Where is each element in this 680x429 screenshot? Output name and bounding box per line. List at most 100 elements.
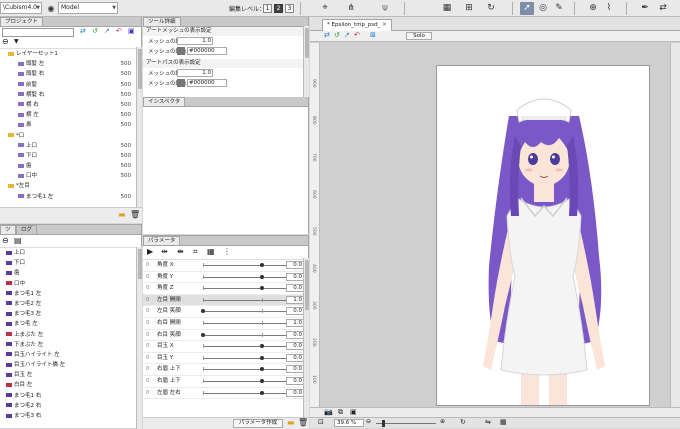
- parameter-row[interactable]: 0 角度 Y 0.0: [143, 272, 303, 284]
- project-tree-item[interactable]: 前髪 500: [0, 80, 141, 90]
- parts-list-item[interactable]: 歯: [0, 268, 141, 278]
- path-color-swatch[interactable]: [177, 79, 185, 87]
- zoom-fit-icon[interactable]: ⊡: [318, 418, 324, 426]
- screenshot-icon[interactable]: ▣: [350, 408, 357, 416]
- tab-parts[interactable]: ツ: [0, 225, 16, 234]
- parameter-row[interactable]: 0 左目 笑顔 0.0: [143, 306, 303, 318]
- parameter-value-input[interactable]: 0.0: [286, 353, 303, 362]
- parts-list-item[interactable]: 目玉ハイライト 左: [0, 350, 141, 360]
- model-canvas[interactable]: [436, 65, 650, 406]
- collapse-all-icon[interactable]: ⊖: [2, 236, 9, 245]
- folder-icon[interactable]: ▬: [118, 210, 126, 219]
- parameter-value-input[interactable]: 0.0: [286, 376, 303, 385]
- rotate-view-icon[interactable]: ↻: [460, 418, 466, 426]
- slider-knob[interactable]: [260, 355, 264, 360]
- box-icon[interactable]: ▣: [128, 27, 135, 35]
- scroll-thumb[interactable]: [305, 260, 309, 310]
- arrow-icon[interactable]: ↗: [104, 27, 110, 35]
- parts-view-icon[interactable]: ▤: [14, 236, 22, 245]
- zoom-slider[interactable]: [376, 423, 436, 424]
- parts-list-item[interactable]: まつ毛 左: [0, 319, 141, 329]
- free-icon[interactable]: ✎: [552, 2, 566, 15]
- play-icon[interactable]: ▶: [147, 247, 153, 256]
- close-icon[interactable]: ✕: [382, 22, 387, 28]
- project-tree-item[interactable]: レイヤーセット1: [0, 49, 141, 59]
- project-tree-item[interactable]: 歯 500: [0, 161, 141, 171]
- parameter-value-input[interactable]: 0.0: [286, 365, 303, 374]
- tab-project[interactable]: プロジェクト: [0, 17, 44, 26]
- zoom-in-icon[interactable]: ⊕: [440, 418, 445, 425]
- parts-scrollbar[interactable]: [136, 247, 142, 429]
- parameter-scrollbar[interactable]: [303, 258, 309, 417]
- edit-level-1-button[interactable]: 1: [263, 4, 272, 13]
- parameter-value-input[interactable]: 0.0: [286, 261, 303, 269]
- project-tree-item[interactable]: *口: [0, 131, 141, 141]
- create-parameter-button[interactable]: パラメータ作成: [233, 419, 283, 428]
- parameter-value-input[interactable]: 0.0: [286, 307, 303, 316]
- trash-icon[interactable]: 🗑: [130, 210, 140, 219]
- zoom-out-icon[interactable]: ⊖: [366, 418, 371, 425]
- mode-combo[interactable]: Model ▼: [58, 2, 118, 14]
- pin-icon[interactable]: ⊕: [586, 2, 600, 15]
- project-tree-item[interactable]: 横 左 500: [0, 110, 141, 120]
- parts-list-item[interactable]: まつ毛3 右: [0, 411, 141, 420]
- parameter-row[interactable]: 0 右眉 上下 0.0: [143, 364, 303, 376]
- parameter-value-input[interactable]: 1.0: [286, 318, 303, 327]
- parts-list-item[interactable]: 下まぶた 左: [0, 340, 141, 350]
- chevron-down-icon[interactable]: ▼: [14, 38, 19, 45]
- canvas-scrollbar-vertical[interactable]: [670, 43, 680, 417]
- parameter-value-input[interactable]: 0.0: [286, 342, 303, 351]
- tab-inspector[interactable]: インスペクタ: [143, 97, 186, 106]
- slider-knob[interactable]: [260, 286, 264, 291]
- parameter-row[interactable]: 0 目玉 Y 0.0: [143, 353, 303, 365]
- parameter-value-input[interactable]: 0.0: [286, 330, 303, 339]
- edit-level-3-button[interactable]: 3: [285, 4, 294, 13]
- link-icon[interactable]: ⇄: [80, 27, 86, 35]
- project-tree-item[interactable]: 横 右 500: [0, 100, 141, 110]
- path-width-input[interactable]: 1.0: [177, 69, 213, 77]
- collapse-all-icon[interactable]: ⊖: [2, 37, 9, 46]
- mesh-color-input[interactable]: #000000: [187, 47, 227, 55]
- parts-list-item[interactable]: 白目 左: [0, 380, 141, 390]
- scroll-thumb[interactable]: [138, 49, 142, 89]
- project-tree-item[interactable]: まつ毛1 左 500: [0, 192, 141, 202]
- edit-level-2-button[interactable]: 2: [274, 4, 283, 13]
- trash-icon[interactable]: 🗑: [298, 418, 308, 427]
- flip-icon[interactable]: ⇋: [485, 418, 491, 426]
- slider-knob[interactable]: [260, 274, 264, 279]
- parameter-row[interactable]: 0 右目 笑顔 0.0: [143, 330, 303, 342]
- select-arrow-icon[interactable]: ➚: [520, 2, 534, 15]
- slider-knob[interactable]: [260, 390, 264, 395]
- parameter-row[interactable]: 0 右目 開閉 1.0: [143, 318, 303, 330]
- slider-knob[interactable]: [201, 309, 205, 314]
- parameter-row[interactable]: 0 目玉 X 0.0: [143, 341, 303, 353]
- brush-icon[interactable]: ⌇: [602, 2, 616, 15]
- project-tree-item[interactable]: 頭髪 右 500: [0, 69, 141, 79]
- undo-icon[interactable]: ↶: [354, 31, 360, 39]
- undo-icon[interactable]: ↶: [116, 27, 122, 35]
- tab-tool-detail[interactable]: ツール詳細: [143, 17, 181, 26]
- path-color-input[interactable]: #000000: [187, 79, 227, 87]
- parameter-value-input[interactable]: 0.0: [286, 388, 303, 397]
- arrow-icon[interactable]: ↗: [344, 31, 350, 39]
- parameter-value-input[interactable]: 0.0: [286, 272, 303, 281]
- parts-list-item[interactable]: まつ毛2 右: [0, 401, 141, 411]
- key-edit-icon[interactable]: ⌗: [193, 247, 198, 257]
- parts-list-item[interactable]: 上口: [0, 248, 141, 258]
- copy-icon[interactable]: ⧉: [338, 408, 343, 417]
- project-tree-item[interactable]: 頭髪 左 500: [0, 59, 141, 69]
- scroll-thumb[interactable]: [305, 28, 309, 58]
- parameter-row[interactable]: 0 右眉 上下 0.0: [143, 376, 303, 388]
- mesh-color-swatch[interactable]: [177, 47, 185, 55]
- rotate-icon[interactable]: ↻: [484, 2, 498, 15]
- parameter-row[interactable]: 0 左眉 左右 0.0: [143, 388, 303, 400]
- parts-list-item[interactable]: 口中: [0, 279, 141, 289]
- parameter-value-input[interactable]: 0.0: [286, 284, 303, 293]
- blend-icon[interactable]: ⋮: [223, 247, 231, 256]
- project-search-input[interactable]: [2, 28, 74, 37]
- slider-knob[interactable]: [260, 344, 264, 349]
- slider-knob[interactable]: [260, 263, 264, 267]
- parts-list-item[interactable]: まつ毛1 左: [0, 289, 141, 299]
- parts-list-item[interactable]: 下口: [0, 258, 141, 268]
- zoom-input[interactable]: 39.6 %: [334, 419, 364, 427]
